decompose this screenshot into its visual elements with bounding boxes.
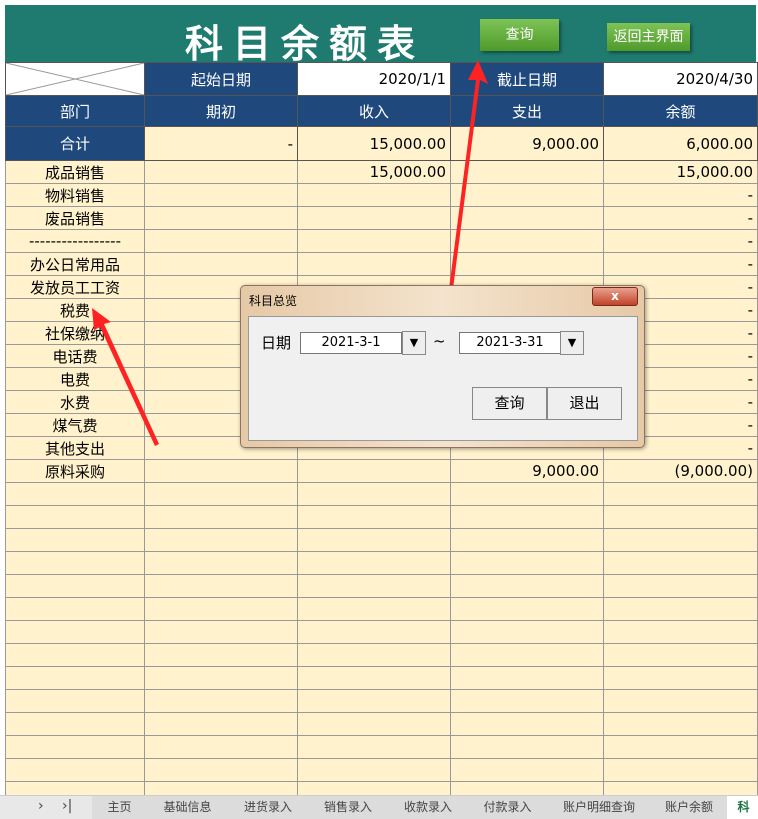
dialog-title: 科目总览 <box>249 294 298 308</box>
to-date-input[interactable]: 2021-3-31 <box>459 332 561 354</box>
to-dropdown-icon[interactable]: ▼ <box>560 331 584 355</box>
from-date-input[interactable]: 2021-3-1 <box>300 332 402 354</box>
next-sheet-icon[interactable]: › <box>38 798 44 814</box>
tab-0[interactable]: 主页 <box>92 796 148 819</box>
arrow-to-tax-row <box>92 308 159 446</box>
dialog-query-button[interactable]: 查询 <box>472 387 547 420</box>
dialog-subject-overview: 科目总览 x 日期 2021-3-1 ▼ ~ 2021-3-31 ▼ 查询 退出 <box>240 285 645 448</box>
dialog-body: 日期 2021-3-1 ▼ ~ 2021-3-31 ▼ 查询 退出 <box>248 316 638 441</box>
tab-6[interactable]: 账户明细查询 <box>547 796 652 819</box>
from-dropdown-icon[interactable]: ▼ <box>402 331 426 355</box>
sheet-tabs: › ›| 主页 基础信息 进货录入 销售录入 收款录入 付款录入 账户明细查询 账户余额科 <box>0 795 758 819</box>
dialog-exit-button[interactable]: 退出 <box>547 387 622 420</box>
tab-7[interactable]: 账户余额 <box>651 796 728 819</box>
tab-1[interactable]: 基础信息 <box>147 796 229 819</box>
tab-3[interactable]: 销售录入 <box>308 796 389 819</box>
last-sheet-icon[interactable]: ›| <box>62 798 72 814</box>
tab-2[interactable]: 进货录入 <box>228 796 309 819</box>
tilde: ~ <box>433 332 446 350</box>
date-label: 日期 <box>261 334 292 352</box>
close-icon[interactable]: x <box>592 287 638 306</box>
tab-5[interactable]: 付款录入 <box>468 796 548 819</box>
tab-8[interactable]: 科 <box>727 796 758 819</box>
arrow-to-query-button <box>446 60 488 312</box>
tab-4[interactable]: 收款录入 <box>388 796 469 819</box>
